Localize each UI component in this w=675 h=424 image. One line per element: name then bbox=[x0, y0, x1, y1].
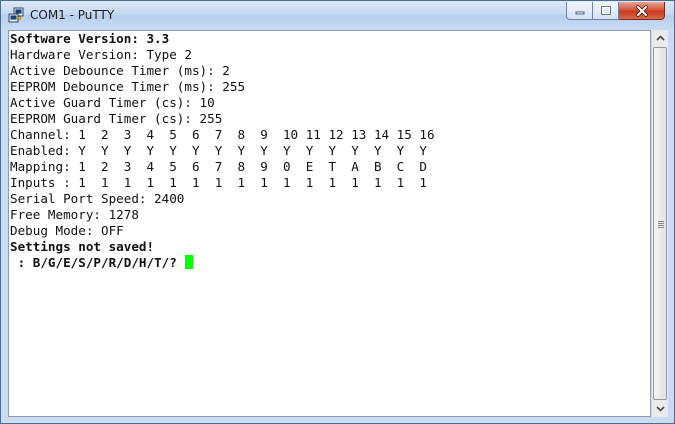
chevron-up-icon bbox=[655, 35, 665, 41]
terminal-line: EEPROM Guard Timer (cs): 255 bbox=[10, 111, 223, 126]
close-icon bbox=[635, 4, 648, 17]
terminal-line: Channel: 1 2 3 4 5 6 7 8 9 10 11 12 13 1… bbox=[10, 127, 435, 142]
terminal-line: Mapping: 1 2 3 4 5 6 7 8 9 0 E T A B C D bbox=[10, 159, 428, 174]
terminal-line: EEPROM Debounce Timer (ms): 255 bbox=[10, 79, 246, 94]
scrollbar-thumb[interactable] bbox=[653, 47, 667, 400]
terminal-line: Settings not saved! bbox=[10, 239, 155, 254]
scroll-up-button[interactable] bbox=[652, 30, 668, 46]
terminal-output[interactable]: Software Version: 3.3 Hardware Version: … bbox=[8, 30, 651, 417]
terminal-line: Debug Mode: OFF bbox=[10, 223, 124, 238]
terminal-line: Hardware Version: Type 2 bbox=[10, 47, 192, 62]
command-prompt-line[interactable]: : B/G/E/S/P/R/D/H/T/? bbox=[10, 255, 194, 271]
command-prompt: : B/G/E/S/P/R/D/H/T/? bbox=[10, 255, 185, 270]
terminal-line: Software Version: 3.3 bbox=[10, 31, 170, 46]
window-title: COM1 - PuTTY bbox=[30, 8, 115, 22]
close-button[interactable] bbox=[619, 2, 665, 20]
thumb-grip bbox=[658, 223, 664, 224]
thumb-grip bbox=[658, 227, 664, 228]
maximize-button[interactable] bbox=[593, 2, 619, 20]
vertical-scrollbar[interactable] bbox=[651, 30, 668, 417]
thumb-grip bbox=[658, 225, 664, 226]
terminal-line: Active Debounce Timer (ms): 2 bbox=[10, 63, 230, 78]
text-cursor bbox=[185, 255, 194, 269]
putty-window: COM1 - PuTTY Software Version: 3.3 Hardw… bbox=[0, 0, 675, 424]
minimize-icon bbox=[575, 11, 584, 14]
terminal-line: Serial Port Speed: 2400 bbox=[10, 191, 185, 206]
chevron-down-icon bbox=[655, 406, 665, 412]
terminal-line: Free Memory: 1278 bbox=[10, 207, 139, 222]
terminal-line: Active Guard Timer (cs): 10 bbox=[10, 95, 215, 110]
maximize-icon bbox=[600, 5, 611, 15]
terminal-line: Enabled: Y Y Y Y Y Y Y Y Y Y Y Y Y Y Y Y bbox=[10, 143, 428, 158]
minimize-button[interactable] bbox=[566, 2, 593, 20]
terminal-line: Inputs : 1 1 1 1 1 1 1 1 1 1 1 1 1 1 1 1 bbox=[10, 175, 428, 190]
scroll-down-button[interactable] bbox=[652, 401, 668, 417]
putty-icon[interactable] bbox=[8, 7, 24, 23]
thumb-grip bbox=[658, 221, 664, 222]
title-bar[interactable]: COM1 - PuTTY bbox=[1, 1, 674, 30]
